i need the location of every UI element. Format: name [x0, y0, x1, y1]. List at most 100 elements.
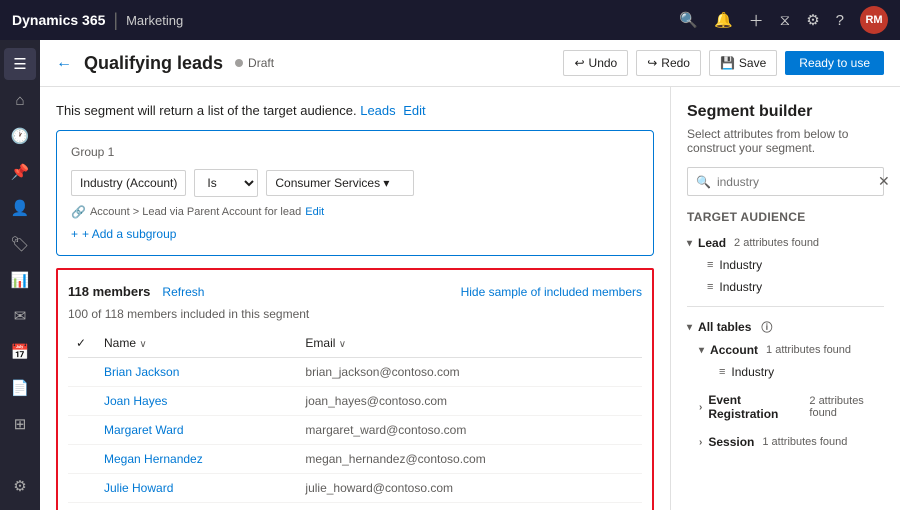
undo-button[interactable]: ↩ Undo	[563, 50, 628, 76]
sidebar-item-chart[interactable]: 📊	[4, 264, 36, 296]
attribute-icon: ≡	[719, 366, 725, 378]
member-name-link[interactable]: Julie Howard	[104, 481, 173, 495]
member-email-cell: margaret_ward@contoso.com	[297, 416, 642, 445]
member-name-cell: Megan Hernandez	[96, 445, 297, 474]
lead-section-header[interactable]: ▾ Lead 2 attributes found	[687, 232, 884, 254]
edit-desc-link[interactable]: Edit	[403, 103, 425, 118]
member-email-cell: brian_jackson@contoso.com	[297, 358, 642, 387]
sidebar-item-settings[interactable]: ⚙	[4, 470, 36, 502]
search-icon: 🔍	[696, 175, 711, 189]
sidebar: ☰ ⌂ 🕐 📌 👤 🏷 📊 ✉ 📅 📄 ⊞ ⚙	[0, 40, 40, 510]
bell-icon[interactable]: 🔔	[714, 11, 733, 29]
sidebar-item-mail[interactable]: ✉	[4, 300, 36, 332]
condition-field[interactable]: Industry (Account)	[71, 170, 186, 196]
search-input[interactable]	[717, 175, 872, 189]
segment-builder-panel: Segment builder Select attributes from b…	[670, 87, 900, 510]
app-module: Marketing	[126, 13, 183, 28]
back-button[interactable]: ←	[56, 54, 72, 72]
lead-count: 2 attributes found	[734, 237, 819, 249]
account-industry[interactable]: ≡ Industry	[699, 361, 884, 383]
sidebar-item-menu[interactable]: ☰	[4, 48, 36, 80]
center-panel: This segment will return a list of the t…	[40, 87, 670, 510]
leads-link[interactable]: Leads	[360, 103, 395, 118]
members-count: 118 members	[68, 284, 150, 299]
breadcrumb: 🔗 Account > Lead via Parent Account for …	[71, 205, 639, 219]
attr-label: Industry	[719, 258, 762, 272]
event-reg-label: Event Registration	[708, 393, 801, 421]
row-checkbox-cell	[68, 445, 96, 474]
field-label: Industry (Account)	[80, 176, 177, 190]
chevron-down-icon: ▾	[687, 238, 692, 249]
member-email-cell: adam_russell@contoso.com	[297, 503, 642, 510]
ready-to-use-button[interactable]: Ready to use	[785, 51, 884, 75]
save-icon: 💾	[720, 56, 735, 70]
user-avatar[interactable]: RM	[860, 6, 888, 34]
account-count: 1 attributes found	[766, 344, 851, 356]
sidebar-item-tag[interactable]: 🏷	[4, 228, 36, 260]
members-table: ✓ Name ∨ Email ∨	[68, 329, 642, 510]
email-col-header[interactable]: Email ∨	[297, 329, 642, 358]
account-sub-section: ▾ Account 1 attributes found ≡ Industry	[687, 339, 884, 383]
row-checkbox-cell	[68, 358, 96, 387]
info-icon: ⓘ	[761, 319, 772, 335]
attr-label: Industry	[719, 280, 762, 294]
clear-search-icon[interactable]: ✕	[878, 173, 890, 190]
member-name-link[interactable]: Megan Hernandez	[104, 452, 203, 466]
main-content: ← Qualifying leads Draft ↩ Undo ↪ Redo 💾…	[40, 40, 900, 510]
member-name-link[interactable]: Margaret Ward	[104, 423, 184, 437]
sidebar-item-recent[interactable]: 🕐	[4, 120, 36, 152]
help-icon[interactable]: ?	[836, 12, 844, 29]
hide-sample-button[interactable]: Hide sample of included members	[461, 285, 642, 299]
all-tables-header[interactable]: ▾ All tables ⓘ	[687, 315, 884, 339]
sidebar-item-home[interactable]: ⌂	[4, 84, 36, 116]
app-layout: ☰ ⌂ 🕐 📌 👤 🏷 📊 ✉ 📅 📄 ⊞ ⚙ ← Qualifying lea…	[0, 40, 900, 510]
check-icon: ✓	[76, 336, 86, 350]
sidebar-item-people[interactable]: 👤	[4, 192, 36, 224]
app-brand: Dynamics 365	[12, 12, 105, 28]
page-header: ← Qualifying leads Draft ↩ Undo ↪ Redo 💾…	[40, 40, 900, 87]
nav-icons: 🔍 🔔 ＋ ⧖ ⚙ ? RM	[679, 6, 888, 34]
lead-industry-2[interactable]: ≡ Industry	[687, 276, 884, 298]
member-email-cell: joan_hayes@contoso.com	[297, 387, 642, 416]
member-name-cell: Joan Hayes	[96, 387, 297, 416]
search-icon[interactable]: 🔍	[679, 11, 698, 29]
session-count: 1 attributes found	[762, 436, 847, 448]
session-label: Session	[708, 435, 754, 449]
event-reg-section-header[interactable]: › Event Registration 2 attributes found	[699, 389, 884, 425]
attribute-search-box[interactable]: 🔍 ✕	[687, 167, 884, 196]
top-navigation: Dynamics 365 | Marketing 🔍 🔔 ＋ ⧖ ⚙ ? RM	[0, 0, 900, 40]
sidebar-item-pin[interactable]: 📌	[4, 156, 36, 188]
account-section-header[interactable]: ▾ Account 1 attributes found	[699, 339, 884, 361]
segment-description: This segment will return a list of the t…	[56, 103, 654, 118]
sidebar-item-layers[interactable]: ⊞	[4, 408, 36, 440]
member-name-link[interactable]: Joan Hayes	[104, 394, 167, 408]
breadcrumb-edit-link[interactable]: Edit	[305, 206, 324, 218]
redo-icon: ↪	[647, 56, 657, 70]
name-col-header[interactable]: Name ∨	[96, 329, 297, 358]
members-table-body: Brian Jackson brian_jackson@contoso.com …	[68, 358, 642, 510]
event-reg-count: 2 attributes found	[809, 395, 884, 419]
member-name-link[interactable]: Brian Jackson	[104, 365, 179, 379]
table-header: ✓ Name ∨ Email ∨	[68, 329, 642, 358]
brand-area: Dynamics 365 | Marketing	[12, 10, 183, 31]
sidebar-item-calendar[interactable]: 📅	[4, 336, 36, 368]
chevron-down-icon: ▾	[699, 345, 704, 356]
sidebar-item-document[interactable]: 📄	[4, 372, 36, 404]
redo-button[interactable]: ↪ Redo	[636, 50, 701, 76]
filter-icon[interactable]: ⧖	[780, 12, 791, 29]
group-box: Group 1 Industry (Account) Is Consumer S…	[56, 130, 654, 256]
value-selector[interactable]: Consumer Services ▾	[266, 170, 414, 196]
attribute-icon: ≡	[707, 281, 713, 293]
chevron-right-icon: ›	[699, 437, 702, 448]
lead-industry-1[interactable]: ≡ Industry	[687, 254, 884, 276]
session-sub-section: › Session 1 attributes found	[687, 431, 884, 453]
save-button[interactable]: 💾 Save	[709, 50, 777, 76]
session-section-header[interactable]: › Session 1 attributes found	[699, 431, 884, 453]
plus-icon[interactable]: ＋	[749, 10, 764, 31]
members-included-text: 100 of 118 members included in this segm…	[68, 307, 642, 321]
add-subgroup-button[interactable]: + + Add a subgroup	[71, 227, 639, 241]
link-icon: 🔗	[71, 205, 86, 219]
operator-select[interactable]: Is	[194, 169, 258, 197]
settings-icon[interactable]: ⚙	[806, 11, 819, 29]
refresh-button[interactable]: Refresh	[162, 285, 204, 299]
